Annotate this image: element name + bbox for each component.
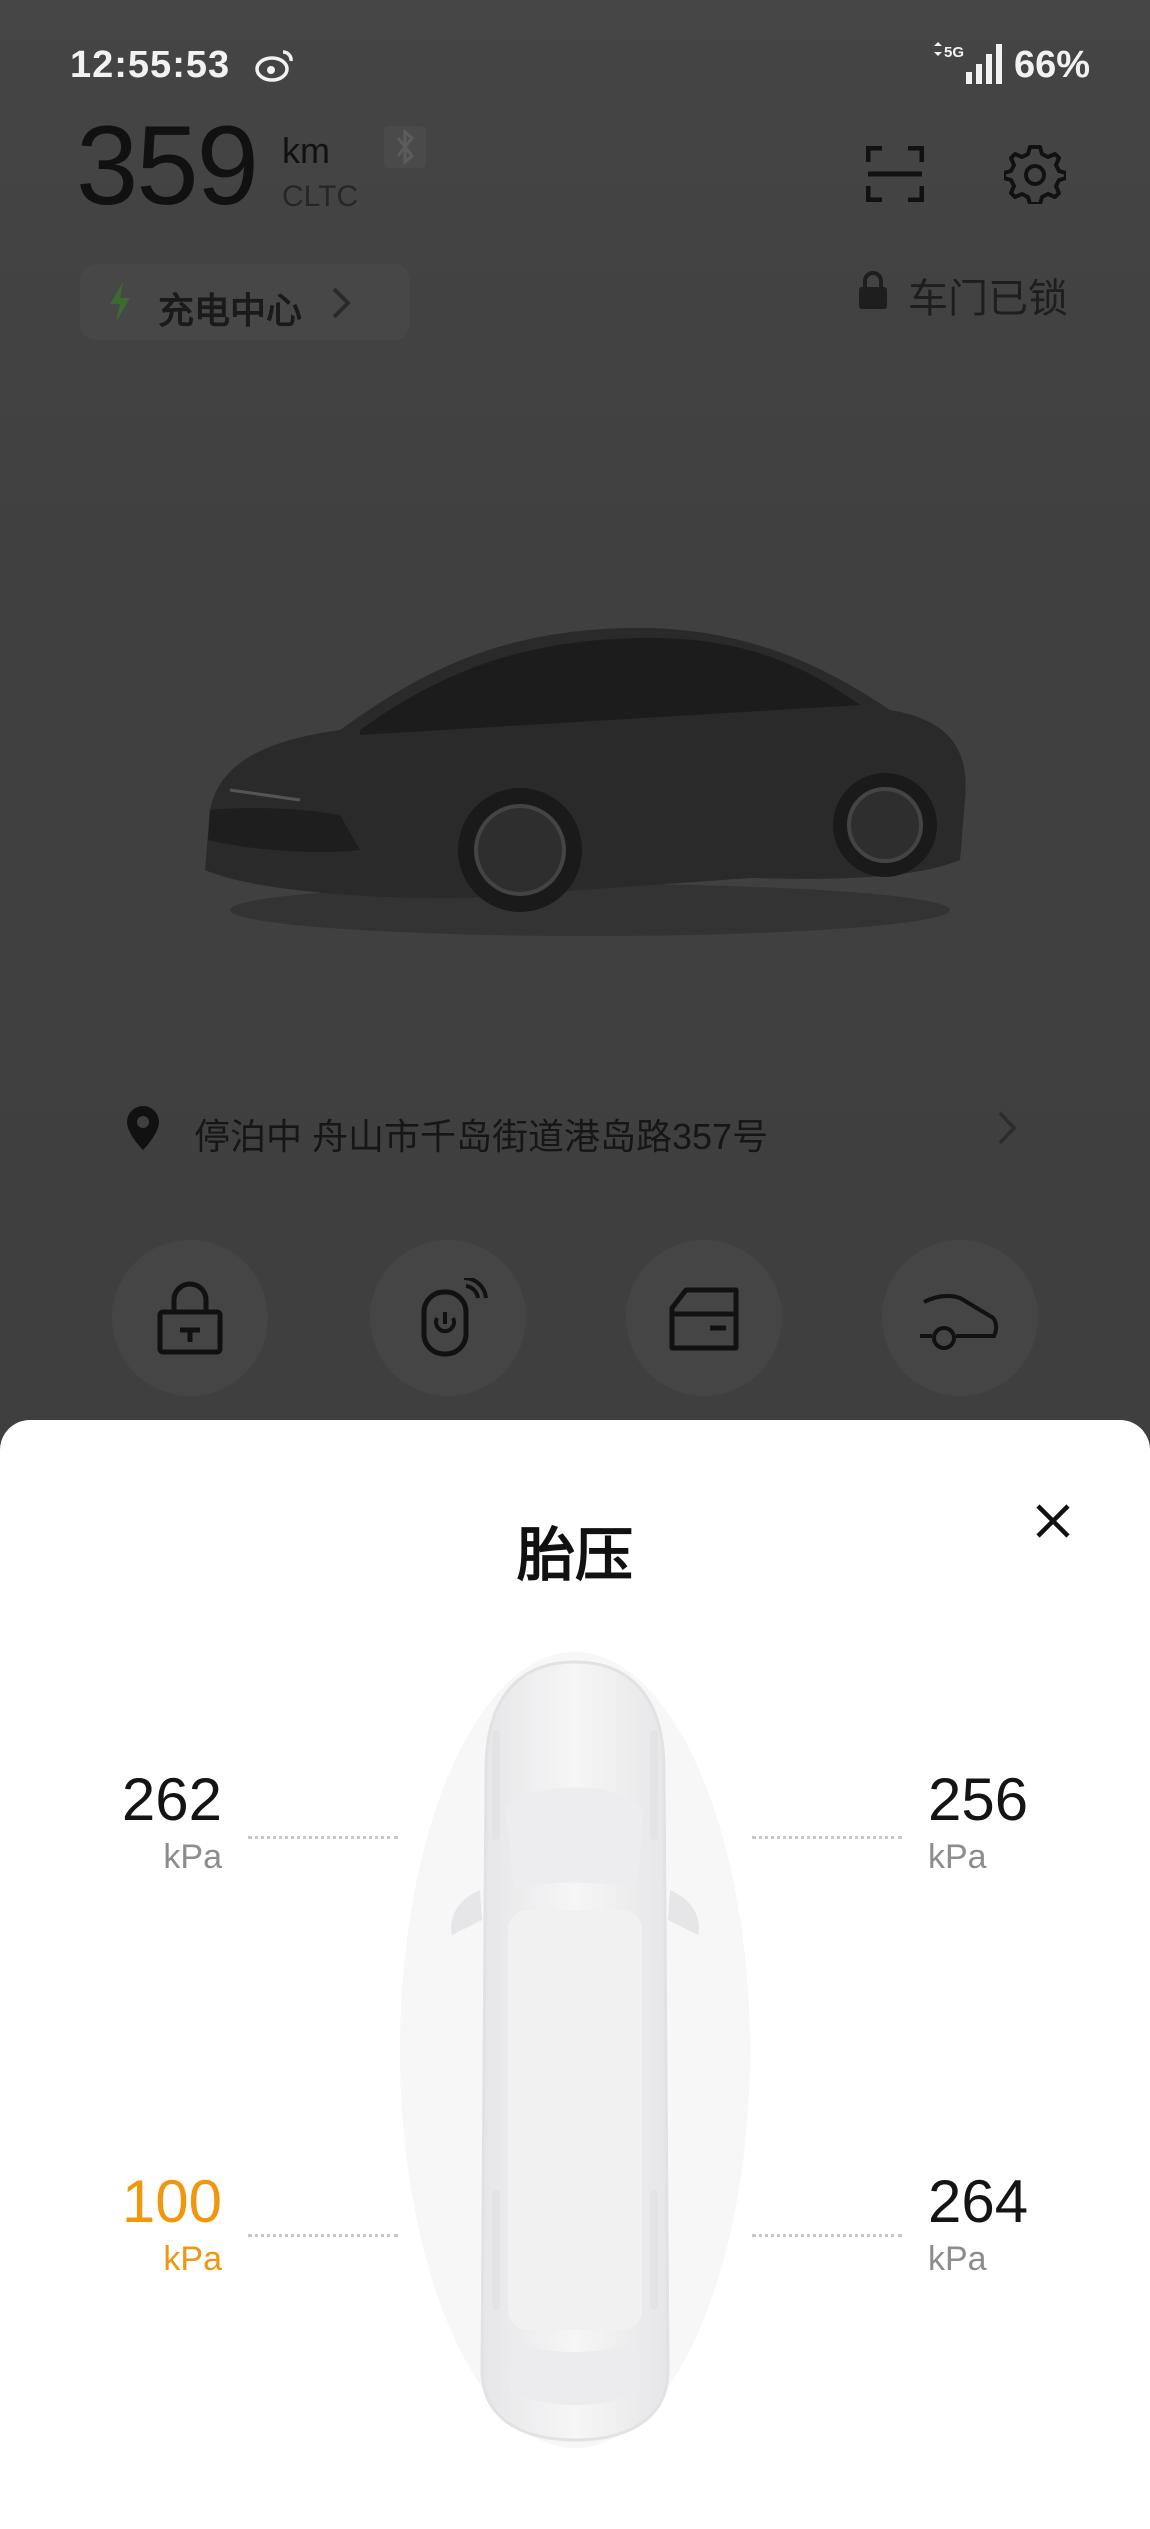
range-value: 359: [76, 103, 259, 228]
location-text: 停泊中 舟山市千岛街道港岛路357号: [194, 1116, 769, 1157]
bluetooth-icon: [384, 126, 426, 168]
tire-rear-left-leader: [248, 2234, 398, 2237]
lock-button[interactable]: [112, 1240, 268, 1396]
tire-rear-right-unit: kPa: [928, 2240, 987, 2278]
tire-front-right-value: 256: [928, 1766, 1029, 1833]
tire-rear-left-unit: kPa: [163, 2240, 222, 2278]
screen: 12:55:53 5G 66% 359 km CLTC 充电中心 车门已锁 停泊…: [0, 0, 1150, 2529]
car-image[interactable]: [190, 610, 980, 950]
tire-pressure-sheet: 胎压 262 kPa 256 kPa 100 kPa 264 kPa: [0, 1420, 1150, 2529]
tire-rear-right-value: 264: [928, 2168, 1029, 2235]
padlock-icon: [859, 271, 887, 309]
tire-front-right-leader: [752, 1836, 902, 1839]
chevron-right-icon: [998, 1111, 1017, 1145]
scan-icon[interactable]: [866, 146, 924, 202]
tire-front-left-unit: kPa: [163, 1838, 222, 1876]
tire-front-right-unit: kPa: [928, 1838, 987, 1876]
vehicle-home-background: 12:55:53 5G 66% 359 km CLTC 充电中心 车门已锁 停泊…: [0, 0, 1150, 1440]
close-icon[interactable]: [1024, 1492, 1082, 1550]
remote-start-button[interactable]: [370, 1240, 526, 1396]
trunk-icon: [669, 1287, 739, 1351]
settings-gear-icon[interactable]: [1004, 142, 1066, 204]
tire-front-left-leader: [248, 1836, 398, 1839]
car-top-view-image: [400, 1652, 750, 2448]
status-time: 12:55:53: [70, 44, 231, 86]
charge-center-button[interactable]: 充电中心: [80, 264, 410, 340]
range-unit: km: [282, 130, 330, 171]
charge-center-label: 充电中心: [158, 290, 303, 331]
sheet-title: 胎压: [516, 1523, 633, 1588]
weibo-icon: [255, 50, 293, 82]
battery-percentage: 66%: [1014, 44, 1091, 86]
network-label: 5G: [944, 44, 964, 61]
car-power-button[interactable]: [882, 1240, 1038, 1396]
location-pin-icon: [127, 1106, 159, 1150]
lightning-icon: [110, 282, 130, 322]
remote-start-icon: [421, 1278, 488, 1357]
parking-location-row[interactable]: 停泊中 舟山市千岛街道港岛路357号: [110, 1090, 1070, 1170]
range-standard: CLTC: [282, 180, 359, 213]
lock-icon: [157, 1281, 223, 1355]
car-power-icon: [920, 1293, 999, 1350]
tire-rear-right-leader: [752, 2234, 902, 2237]
chevron-right-icon: [332, 287, 351, 319]
door-status-text: 车门已锁: [908, 277, 1068, 321]
signal-5g-icon: 5G: [934, 42, 1002, 84]
tire-front-left-value: 262: [121, 1766, 222, 1833]
trunk-button[interactable]: [626, 1240, 782, 1396]
tire-rear-left-value: 100: [121, 2168, 222, 2235]
